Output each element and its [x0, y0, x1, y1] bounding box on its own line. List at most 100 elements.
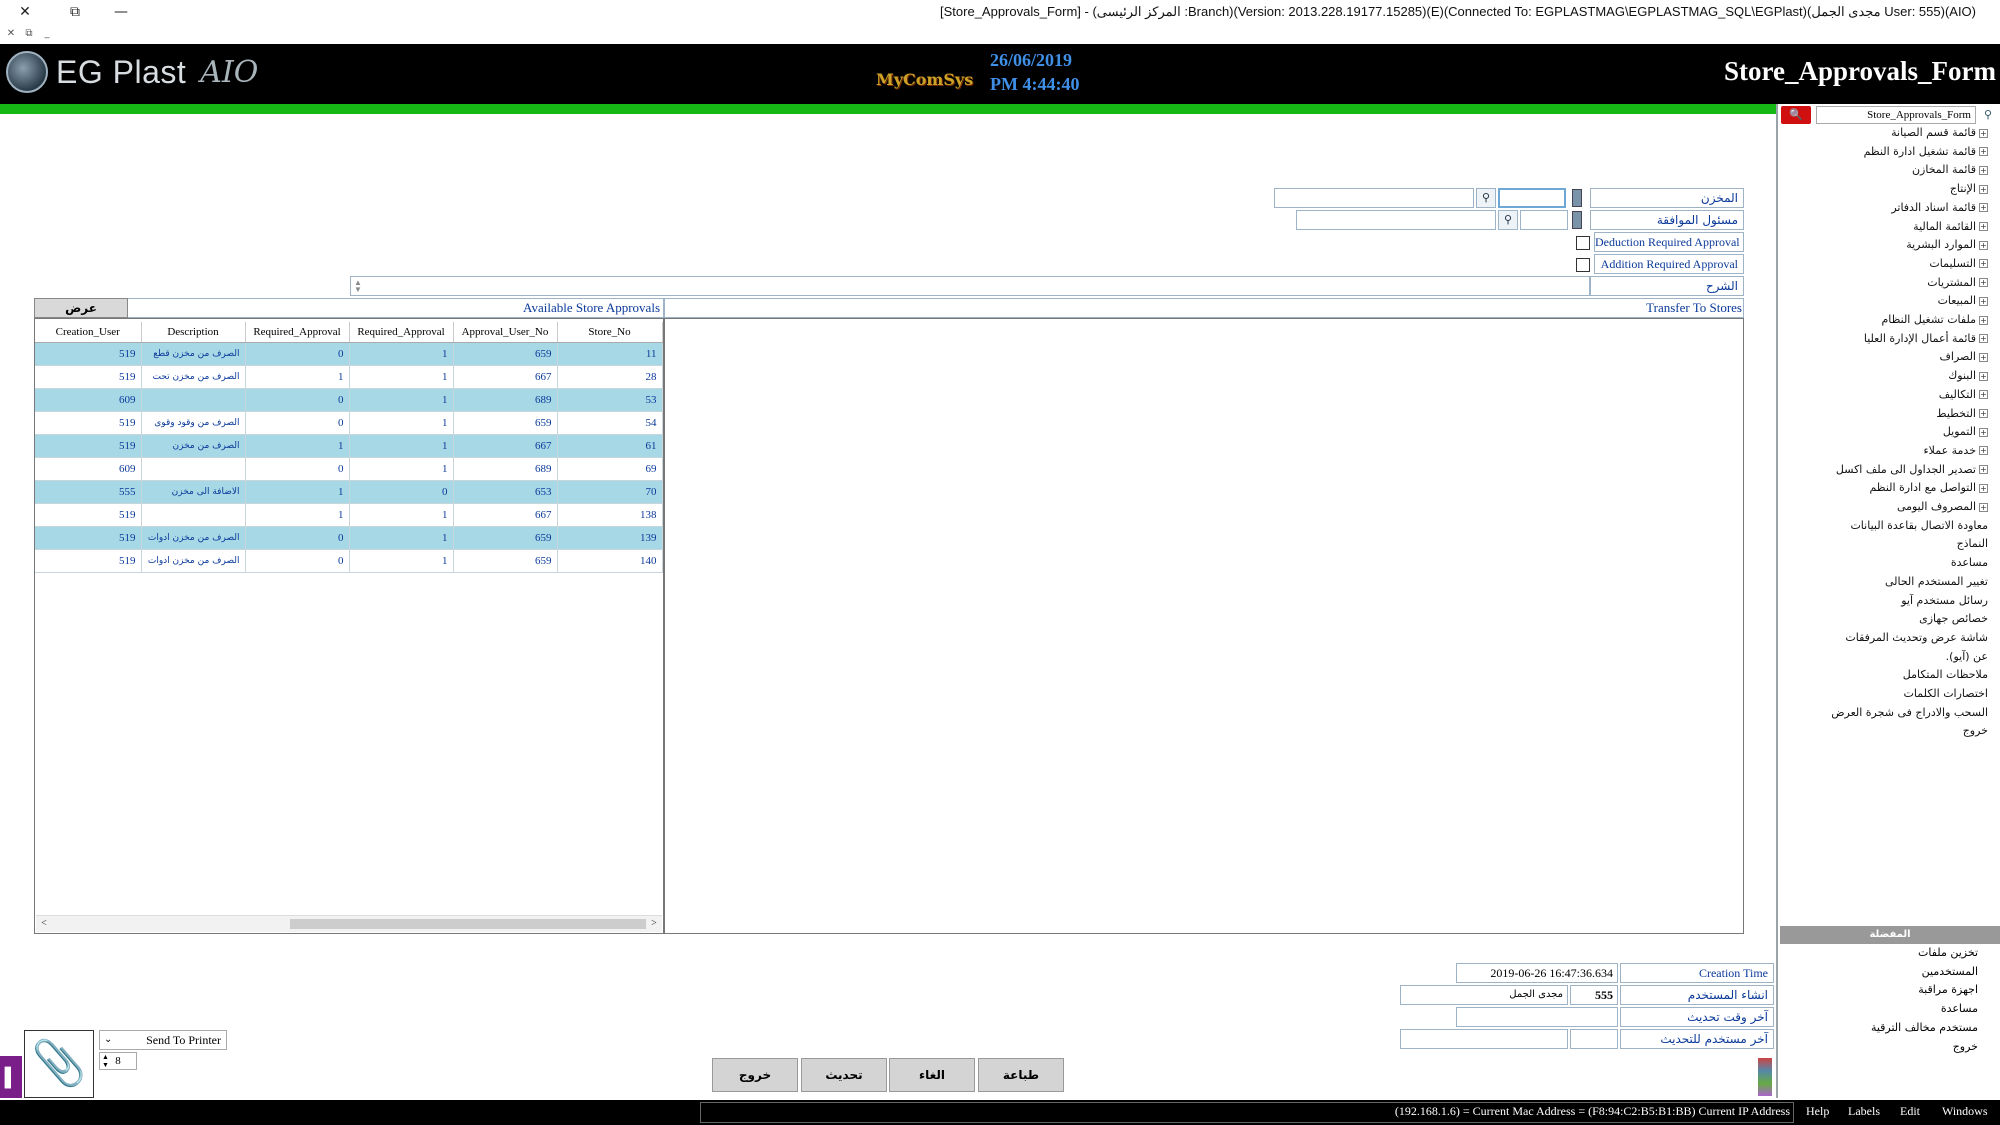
table-cell[interactable]: 1 [349, 457, 454, 481]
approval-lookup-marker[interactable] [1572, 211, 1582, 229]
tree-item[interactable]: +الإنتاج [1778, 182, 1988, 200]
column-header[interactable]: Creation_User [35, 322, 142, 343]
table-cell[interactable]: 519 [35, 526, 142, 550]
expand-icon[interactable]: + [1979, 409, 1988, 418]
table-cell[interactable]: 1 [245, 434, 350, 458]
table-cell[interactable]: 54 [557, 411, 663, 435]
approval-user-name-input[interactable] [1296, 210, 1496, 230]
table-cell[interactable]: 69 [557, 457, 663, 481]
table-cell[interactable]: 519 [35, 411, 142, 435]
tree-item[interactable]: +القائمة المالية [1778, 220, 1988, 238]
table-cell[interactable]: 0 [245, 457, 350, 481]
table-cell[interactable]: الصرف من مخزن ادوات [141, 549, 246, 573]
expand-icon[interactable]: + [1979, 502, 1988, 512]
column-header[interactable]: Required_Approval [349, 322, 454, 343]
expand-icon[interactable]: + [1979, 222, 1988, 231]
column-header[interactable]: Store_No [557, 322, 663, 343]
table-cell[interactable]: 0 [245, 411, 350, 435]
tree-item[interactable]: +التخطيط [1778, 407, 1988, 425]
tree-item[interactable]: معاودة الاتصال بقاعدة البيانات [1778, 519, 1988, 537]
exit-button[interactable]: خروج [712, 1058, 798, 1092]
tree-item[interactable]: +التواصل مع ادارة النظم [1778, 481, 1988, 499]
table-cell[interactable]: 0 [245, 526, 350, 550]
expand-icon[interactable]: + [1979, 315, 1988, 325]
transfer-stores-grid[interactable] [664, 318, 1744, 934]
table-row[interactable]: 519 الصرف من مخزن قطع 0 1 659 11 [35, 342, 663, 366]
favorite-item[interactable]: مساعدة [1778, 1002, 1978, 1020]
minimize-window-button[interactable]: — [106, 0, 136, 24]
table-cell[interactable]: 689 [453, 457, 558, 481]
table-cell[interactable]: 53 [557, 388, 663, 412]
expand-icon[interactable]: + [1979, 165, 1988, 175]
table-cell[interactable]: 1 [349, 503, 454, 527]
table-row[interactable]: 519 الصرف من مخزن 1 1 667 61 [35, 434, 663, 458]
table-cell[interactable]: 0 [245, 342, 350, 366]
store-lookup-marker[interactable] [1572, 189, 1582, 207]
printer-select[interactable]: ⌄ Send To Printer [99, 1030, 227, 1050]
table-cell[interactable]: 61 [557, 434, 663, 458]
scroll-right-icon[interactable]: > [647, 915, 661, 932]
expand-icon[interactable]: + [1979, 465, 1988, 475]
menu-help[interactable]: Help [1806, 1104, 1829, 1119]
table-cell[interactable]: الصرف من وقود وقوى [141, 411, 246, 435]
table-cell[interactable]: 555 [35, 480, 142, 504]
table-cell[interactable]: 138 [557, 503, 663, 527]
table-cell[interactable]: 519 [35, 503, 142, 527]
copies-stepper[interactable]: ▲ ▼ 8 [99, 1052, 137, 1070]
tree-item[interactable]: خصائص جهازى [1778, 612, 1988, 630]
table-cell[interactable]: 70 [557, 480, 663, 504]
table-cell[interactable]: 667 [453, 434, 558, 458]
table-cell[interactable]: 0 [349, 480, 454, 504]
table-cell[interactable]: 659 [453, 411, 558, 435]
table-row[interactable]: 609 0 1 689 69 [35, 457, 663, 481]
tree-item[interactable]: السحب والادراج فى شجرة العرض [1778, 706, 1988, 724]
table-cell[interactable]: 689 [453, 388, 558, 412]
table-cell[interactable]: الصرف من مخزن قطع [141, 342, 246, 366]
minimize-doc-icon[interactable]: _ [40, 27, 54, 41]
table-cell[interactable]: 1 [349, 434, 454, 458]
menu-labels[interactable]: Labels [1848, 1104, 1880, 1119]
table-row[interactable]: 609 0 1 689 53 [35, 388, 663, 412]
favorite-item[interactable]: مستخدم مخالف الترقية [1778, 1021, 1978, 1039]
scrollbar-thumb[interactable] [290, 919, 646, 929]
table-cell[interactable]: 140 [557, 549, 663, 573]
store-search-icon[interactable]: ⚲ [1476, 188, 1496, 208]
table-cell[interactable] [141, 503, 246, 527]
table-cell[interactable]: الصرف من مخزن [141, 434, 246, 458]
favorite-item[interactable]: خروج [1778, 1040, 1978, 1058]
table-cell[interactable]: 609 [35, 388, 142, 412]
show-button[interactable]: عرض [34, 298, 128, 318]
tree-item[interactable]: شاشة عرض وتحديث المرفقات [1778, 631, 1988, 649]
menu-windows[interactable]: Windows [1942, 1104, 1988, 1119]
table-cell[interactable] [141, 457, 246, 481]
expand-icon[interactable]: + [1979, 259, 1988, 269]
table-row[interactable]: 519 الصرف من مخزن ادوات 0 1 659 139 [35, 526, 663, 550]
menu-edit[interactable]: Edit [1900, 1104, 1920, 1119]
store-code-input[interactable] [1498, 188, 1566, 208]
expand-icon[interactable]: + [1979, 240, 1988, 250]
table-cell[interactable]: 0 [245, 549, 350, 573]
table-row[interactable]: 519 الصرف من مخزن تحت 1 1 667 28 [35, 365, 663, 389]
print-button[interactable]: طباعة [978, 1058, 1064, 1092]
approval-search-icon[interactable]: ⚲ [1498, 210, 1518, 230]
restore-window-button[interactable]: ⧉ [60, 0, 90, 24]
table-cell[interactable]: 1 [349, 526, 454, 550]
tree-search-input[interactable]: Store_Approvals_Form [1816, 106, 1976, 124]
table-cell[interactable]: الصرف من مخزن تحت [141, 365, 246, 389]
update-button[interactable]: تحديث [801, 1058, 887, 1092]
favorite-item[interactable]: اجهزة مراقبة [1778, 983, 1978, 1001]
table-row[interactable]: 519 الصرف من وقود وقوى 0 1 659 54 [35, 411, 663, 435]
tree-item[interactable]: +تصدير الجداول الى ملف اكسل [1778, 463, 1988, 481]
favorite-item[interactable]: تخزين ملفات [1778, 946, 1978, 964]
table-cell[interactable]: 1 [245, 365, 350, 389]
table-cell[interactable]: 667 [453, 503, 558, 527]
column-header[interactable]: Description [141, 322, 246, 343]
tree-item[interactable]: +خدمة عملاء [1778, 444, 1988, 462]
stepper-arrows-icon[interactable]: ▲ ▼ [102, 1053, 109, 1069]
tree-item[interactable]: +المبيعات [1778, 294, 1988, 312]
table-cell[interactable]: 659 [453, 342, 558, 366]
tree-item[interactable]: +المصروف اليومى [1778, 500, 1988, 518]
tree-item[interactable]: عن (آيو). [1778, 650, 1988, 668]
tree-item[interactable]: +قائمة قسم الصيانة [1778, 126, 1988, 144]
tree-item[interactable]: +البنوك [1778, 369, 1988, 387]
